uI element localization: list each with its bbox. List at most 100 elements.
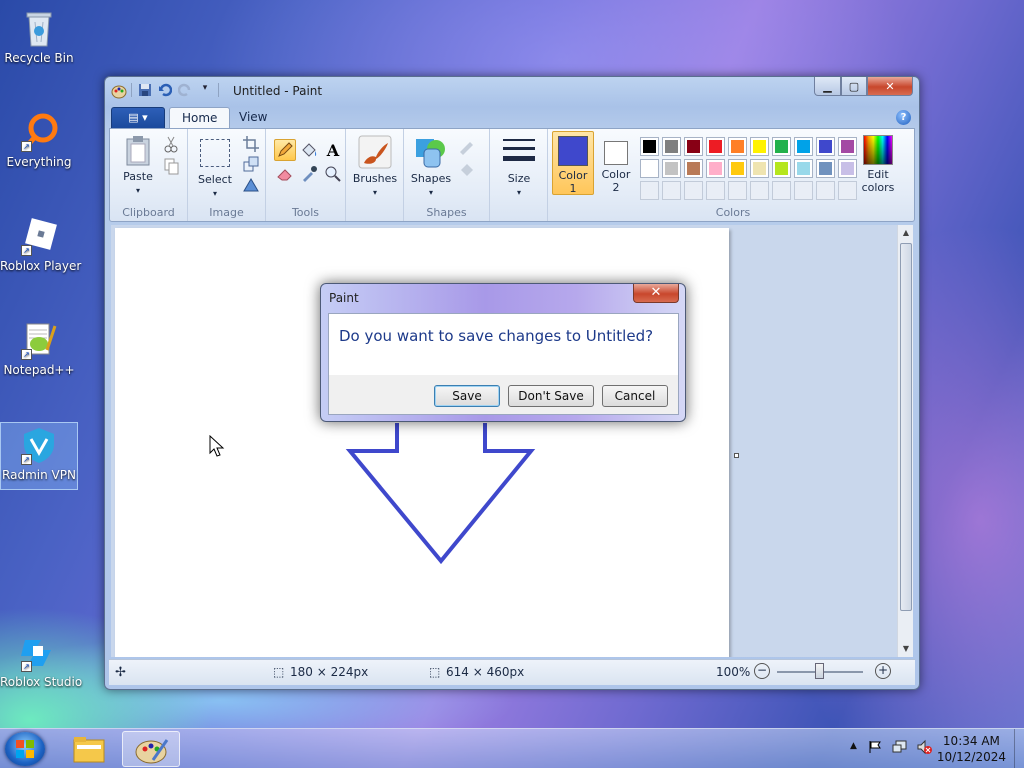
palette-swatch[interactable] bbox=[640, 159, 659, 178]
group-label-tools: Tools bbox=[291, 206, 320, 219]
palette-swatch[interactable] bbox=[750, 159, 769, 178]
help-icon[interactable]: ? bbox=[896, 110, 911, 125]
custom-color-slot[interactable] bbox=[662, 181, 681, 200]
start-button[interactable] bbox=[5, 732, 45, 766]
palette-swatch[interactable] bbox=[662, 159, 681, 178]
tab-home[interactable]: Home bbox=[169, 107, 231, 129]
save-icon[interactable] bbox=[138, 83, 152, 97]
desktop-icon-recycle-bin[interactable]: Recycle Bin bbox=[0, 8, 78, 65]
magnifier-icon[interactable] bbox=[324, 165, 342, 183]
palette-swatch[interactable] bbox=[816, 137, 835, 156]
action-center-flag-icon[interactable] bbox=[868, 740, 882, 757]
palette-swatch[interactable] bbox=[662, 137, 681, 156]
desktop-icon-roblox-studio[interactable]: ↗ Roblox Studio bbox=[0, 632, 82, 689]
desktop-icon-roblox-player[interactable]: ↗ Roblox Player bbox=[0, 216, 82, 273]
brushes-label: Brushes bbox=[352, 172, 398, 185]
palette-swatch[interactable] bbox=[794, 137, 813, 156]
custom-color-slot[interactable] bbox=[684, 181, 703, 200]
close-icon: ✕ bbox=[885, 79, 895, 93]
custom-color-slot[interactable] bbox=[750, 181, 769, 200]
paint-app-icon[interactable] bbox=[111, 83, 127, 99]
color1-button[interactable]: Color 1 bbox=[552, 131, 594, 195]
zoom-slider-thumb[interactable] bbox=[815, 663, 824, 679]
network-icon[interactable] bbox=[892, 740, 908, 757]
taskbar-explorer[interactable] bbox=[60, 731, 118, 767]
show-desktop-button[interactable] bbox=[1014, 729, 1024, 768]
canvas-resize-handle[interactable] bbox=[734, 453, 739, 458]
everything-icon: ↗ bbox=[19, 112, 59, 152]
desktop-icon-radmin-vpn[interactable]: ↗ Radmin VPN bbox=[0, 422, 78, 490]
shapes-button[interactable]: Shapes ▾ bbox=[408, 135, 454, 199]
tab-view[interactable]: View bbox=[227, 107, 279, 129]
scrollbar-thumb[interactable] bbox=[900, 243, 912, 611]
custom-color-slot[interactable] bbox=[772, 181, 791, 200]
palette-swatch[interactable] bbox=[640, 137, 659, 156]
zoom-in-icon[interactable]: + bbox=[875, 663, 891, 679]
dialog-close-button[interactable]: ✕ bbox=[633, 284, 679, 303]
select-button[interactable]: Select ▾ bbox=[194, 135, 236, 200]
fill-shape-icon[interactable] bbox=[458, 159, 476, 177]
desktop-icon-label: Roblox Player bbox=[0, 259, 82, 273]
size-label: Size bbox=[507, 172, 531, 185]
maximize-button[interactable]: ▢ bbox=[841, 77, 867, 96]
color2-swatch bbox=[604, 141, 628, 165]
eraser-icon[interactable] bbox=[276, 165, 294, 183]
palette-swatch[interactable] bbox=[706, 159, 725, 178]
custom-color-slot[interactable] bbox=[640, 181, 659, 200]
desktop-icon-label: Notepad++ bbox=[3, 363, 75, 377]
palette-swatch[interactable] bbox=[684, 137, 703, 156]
desktop-icon-everything[interactable]: ↗ Everything bbox=[0, 112, 78, 169]
pencil-icon[interactable] bbox=[274, 139, 296, 161]
size-button[interactable]: Size ▾ bbox=[496, 135, 542, 199]
title-bar[interactable]: ▾ Untitled - Paint ▁ ▢ ✕ bbox=[105, 77, 919, 105]
custom-color-slot[interactable] bbox=[706, 181, 725, 200]
save-button[interactable]: Save bbox=[434, 385, 500, 407]
palette-swatch[interactable] bbox=[772, 159, 791, 178]
palette-swatch[interactable] bbox=[794, 159, 813, 178]
palette-swatch[interactable] bbox=[684, 159, 703, 178]
custom-color-slot[interactable] bbox=[728, 181, 747, 200]
taskbar-paint[interactable] bbox=[122, 731, 180, 767]
dont-save-button[interactable]: Don't Save bbox=[508, 385, 594, 407]
outline-icon[interactable] bbox=[458, 137, 476, 155]
brushes-button[interactable]: Brushes ▾ bbox=[352, 135, 398, 199]
palette-swatch[interactable] bbox=[728, 159, 747, 178]
paint-menu-button[interactable]: ▤ ▾ bbox=[111, 107, 165, 129]
clock[interactable]: 10:34 AM 10/12/2024 bbox=[937, 733, 1006, 765]
zoom-out-icon[interactable]: − bbox=[754, 663, 770, 679]
palette-swatch[interactable] bbox=[772, 137, 791, 156]
volume-muted-icon[interactable] bbox=[916, 739, 932, 758]
redo-icon[interactable] bbox=[177, 83, 192, 97]
customize-qat-icon[interactable]: ▾ bbox=[198, 83, 212, 97]
paste-button[interactable]: Paste ▾ bbox=[118, 135, 158, 197]
custom-color-slot[interactable] bbox=[794, 181, 813, 200]
group-label-shapes: Shapes bbox=[426, 206, 467, 219]
scroll-up-arrow-icon[interactable]: ▲ bbox=[898, 225, 914, 241]
scroll-down-arrow-icon[interactable]: ▼ bbox=[898, 641, 914, 657]
custom-color-slot[interactable] bbox=[816, 181, 835, 200]
palette-swatch[interactable] bbox=[706, 137, 725, 156]
cut-icon[interactable] bbox=[162, 135, 180, 153]
palette-swatch[interactable] bbox=[816, 159, 835, 178]
desktop-icon-notepad-plus-plus[interactable]: ↗ Notepad++ bbox=[0, 320, 78, 377]
palette-swatch[interactable] bbox=[728, 137, 747, 156]
undo-icon[interactable] bbox=[158, 83, 173, 97]
minimize-button[interactable]: ▁ bbox=[814, 77, 841, 96]
vertical-scrollbar[interactable]: ▲ ▼ bbox=[897, 225, 913, 657]
menu-icon: ▤ ▾ bbox=[128, 111, 148, 124]
show-hidden-icons-icon[interactable]: ▲ bbox=[850, 741, 857, 751]
resize-icon[interactable] bbox=[242, 155, 260, 173]
text-tool-icon[interactable]: A bbox=[324, 141, 342, 160]
cancel-button[interactable]: Cancel bbox=[602, 385, 668, 407]
close-button[interactable]: ✕ bbox=[867, 77, 913, 96]
fill-icon[interactable] bbox=[300, 141, 318, 159]
color-picker-icon[interactable] bbox=[300, 165, 318, 183]
close-icon: ✕ bbox=[650, 285, 662, 300]
rotate-icon[interactable] bbox=[242, 175, 260, 193]
crop-icon[interactable] bbox=[242, 135, 260, 153]
color2-button[interactable]: Color 2 bbox=[596, 131, 636, 194]
recycle-bin-icon bbox=[19, 8, 59, 48]
edit-colors-button[interactable]: Edit colors bbox=[854, 135, 902, 194]
copy-icon[interactable] bbox=[162, 157, 180, 175]
palette-swatch[interactable] bbox=[750, 137, 769, 156]
